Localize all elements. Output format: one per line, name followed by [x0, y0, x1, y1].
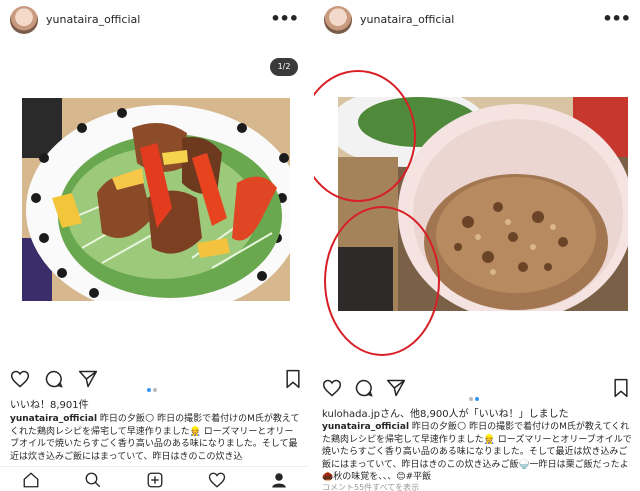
username[interactable]: yunataira_official — [360, 13, 454, 26]
more-dots-icon[interactable]: ••• — [270, 9, 299, 28]
carousel-dot — [469, 397, 473, 401]
view-all-comments-link[interactable]: コメント55件すべてを表示 — [322, 482, 419, 491]
post-caption: yunataira_official 昨日の夕飯🌕 昨日の撮影で着付けのM氏が教… — [322, 421, 632, 484]
comment-icon[interactable] — [354, 378, 374, 398]
post-actions — [314, 374, 640, 402]
share-icon[interactable] — [78, 369, 98, 389]
bookmark-icon[interactable] — [611, 378, 631, 398]
carousel-dot-active — [147, 388, 151, 392]
share-icon[interactable] — [386, 378, 406, 398]
bookmark-icon[interactable] — [283, 369, 303, 389]
carousel-dot — [153, 388, 157, 392]
carousel-dots — [468, 386, 480, 405]
activity-heart-icon[interactable] — [208, 471, 226, 489]
like-count[interactable]: kulohada.jpさん、他8,900人が「いいね！」しました — [322, 405, 569, 420]
more-dots-icon[interactable]: ••• — [602, 9, 631, 28]
page-counter: 1/2 — [270, 58, 298, 76]
username[interactable]: yunataira_official — [46, 13, 140, 26]
bottom-nav — [0, 466, 308, 491]
post-caption: yunataira_official 昨日の夕飯🌕 昨日の撮影で着付けのM氏が教… — [10, 413, 300, 463]
post-header: yunataira_official ••• — [314, 0, 640, 44]
carousel-dots — [146, 377, 158, 396]
new-post-icon[interactable] — [146, 471, 164, 489]
comment-icon[interactable] — [44, 369, 64, 389]
avatar[interactable] — [10, 6, 38, 34]
home-icon[interactable] — [22, 471, 40, 489]
post-header: yunataira_official ••• — [0, 0, 308, 44]
post-right: yunataira_official ••• kulohada.jpさん、他8,… — [314, 0, 640, 491]
heart-icon[interactable] — [322, 378, 342, 398]
like-count[interactable]: いいね！8,901件 — [10, 396, 89, 411]
heart-icon[interactable] — [10, 369, 30, 389]
avatar[interactable] — [324, 6, 352, 34]
photo-chicken-salad — [22, 98, 290, 301]
search-icon[interactable] — [84, 471, 102, 489]
post-photo-chicken[interactable] — [22, 98, 290, 301]
annotation-circle — [324, 206, 440, 356]
caption-username[interactable]: yunataira_official — [10, 414, 97, 424]
carousel-dot-active — [475, 397, 479, 401]
post-actions — [0, 365, 308, 393]
post-left: yunataira_official ••• 1/2 いいね！8,901件 yu… — [0, 0, 308, 491]
caption-username[interactable]: yunataira_official — [322, 422, 409, 432]
profile-icon[interactable] — [270, 471, 288, 489]
